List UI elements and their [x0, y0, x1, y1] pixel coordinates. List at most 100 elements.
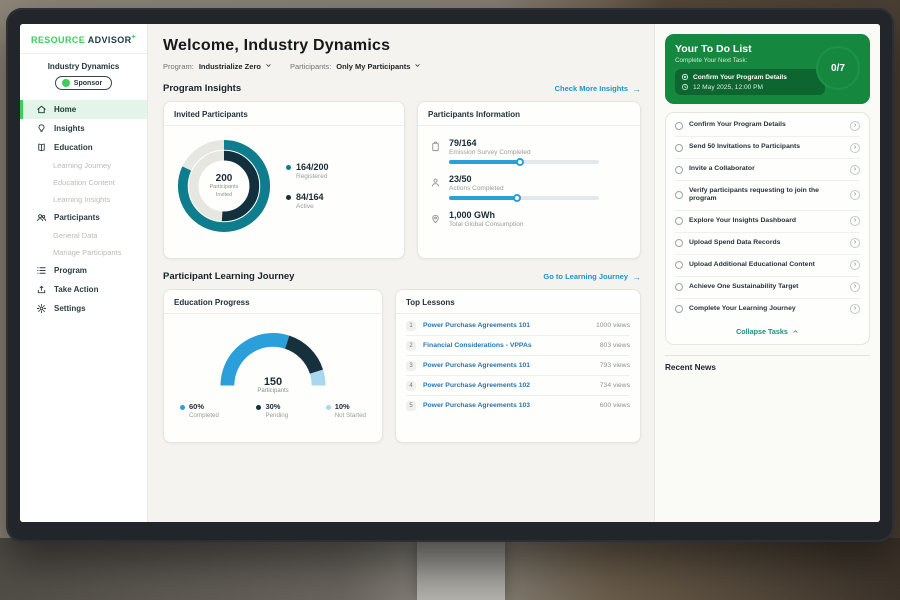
task-checkbox[interactable] — [675, 144, 683, 152]
legend-dot — [256, 405, 261, 410]
sidebar-item-take-action[interactable]: Take Action — [20, 280, 147, 299]
link-label: Go to Learning Journey — [543, 272, 628, 281]
lesson-link[interactable]: Financial Considerations - VPPAs — [423, 342, 593, 349]
chevron-right-icon[interactable]: › — [850, 121, 860, 131]
sidebar-item-general-data[interactable]: General Data — [20, 227, 147, 244]
lesson-link[interactable]: Power Purchase Agreements 102 — [423, 382, 593, 389]
progress-bar — [449, 160, 599, 164]
chevron-right-icon[interactable]: › — [850, 143, 860, 153]
sponsor-icon — [62, 79, 70, 87]
sidebar-item-education[interactable]: Education — [20, 138, 147, 157]
monitor-bezel: RESOURCE ADVISOR+ Industry Dynamics Spon… — [6, 8, 894, 542]
legend-value: 84/164 — [296, 192, 324, 202]
clipboard-icon — [430, 139, 441, 150]
chevron-right-icon[interactable]: › — [850, 165, 860, 175]
task-checkbox[interactable] — [675, 305, 683, 313]
card-title: Invited Participants — [164, 102, 404, 126]
sidebar-item-settings[interactable]: Settings — [20, 299, 147, 318]
location-pin-icon — [430, 211, 441, 222]
lesson-row: 3 Power Purchase Agreements 101 793 view… — [406, 356, 630, 376]
legend-label: Pending — [265, 412, 288, 419]
task-checkbox[interactable] — [675, 261, 683, 269]
check-more-insights-link[interactable]: Check More Insights → — [555, 84, 641, 94]
chevron-right-icon[interactable]: › — [850, 216, 860, 226]
arrow-right-icon: → — [632, 84, 641, 94]
sidebar-item-learning-insights[interactable]: Learning Insights — [20, 191, 147, 208]
chevron-up-icon — [792, 328, 799, 335]
sponsor-badge[interactable]: Sponsor — [55, 76, 112, 90]
collapse-tasks-link[interactable]: Collapse Tasks — [675, 320, 860, 342]
task-label: Send 50 Invitations to Participants — [689, 143, 844, 152]
participants-dropdown[interactable]: Only My Participants — [336, 62, 421, 71]
program-filter-label: Program: — [163, 62, 194, 71]
chevron-right-icon[interactable]: › — [850, 260, 860, 270]
invited-donut-chart: 200 Participants Invited — [172, 134, 276, 238]
sidebar-item-label: Take Action — [54, 285, 98, 294]
org-name: Industry Dynamics — [20, 62, 147, 71]
program-dropdown[interactable]: Industrialize Zero — [199, 62, 272, 71]
task-checkbox[interactable] — [675, 122, 683, 130]
todo-task[interactable]: Verify participants requesting to join t… — [675, 181, 860, 211]
lesson-link[interactable]: Power Purchase Agreements 103 — [423, 402, 593, 409]
sidebar-item-learning-journey[interactable]: Learning Journey — [20, 157, 147, 174]
next-task-label: Confirm Your Program Details — [693, 74, 787, 81]
sidebar-item-participants[interactable]: Participants — [20, 208, 147, 227]
todo-task[interactable]: Explore Your Insights Dashboard › — [675, 211, 860, 233]
lesson-rank: 5 — [406, 401, 416, 411]
dashboard-screen: RESOURCE ADVISOR+ Industry Dynamics Spon… — [20, 24, 880, 522]
todo-task[interactable]: Achieve One Sustainability Target › — [675, 277, 860, 299]
list-icon — [36, 265, 47, 276]
chevron-down-icon — [414, 62, 421, 71]
todo-task[interactable]: Send 50 Invitations to Participants › — [675, 137, 860, 159]
gauge-center-label: Participants — [209, 388, 337, 394]
legend-value: 60% — [189, 402, 219, 411]
lesson-row: 4 Power Purchase Agreements 102 734 view… — [406, 376, 630, 396]
sidebar-item-manage-participants[interactable]: Manage Participants — [20, 244, 147, 261]
todo-task[interactable]: Complete Your Learning Journey › — [675, 299, 860, 320]
card-title: Education Progress — [164, 290, 382, 314]
info-label: Total Global Consumption — [449, 221, 628, 228]
sidebar-item-program[interactable]: Program — [20, 261, 147, 280]
lesson-rank: 3 — [406, 361, 416, 371]
task-checkbox[interactable] — [675, 217, 683, 225]
next-task-box[interactable]: Confirm Your Program Details 12 May 2025… — [675, 69, 825, 95]
sidebar-item-home[interactable]: Home — [20, 100, 147, 119]
lesson-link[interactable]: Power Purchase Agreements 101 — [423, 322, 589, 329]
lesson-link[interactable]: Power Purchase Agreements 101 — [423, 362, 593, 369]
task-label: Explore Your Insights Dashboard — [689, 217, 844, 226]
task-checkbox[interactable] — [675, 191, 683, 199]
task-checkbox[interactable] — [675, 283, 683, 291]
lesson-rank: 4 — [406, 381, 416, 391]
go-to-learning-journey-link[interactable]: Go to Learning Journey → — [543, 272, 641, 282]
user-icon — [430, 175, 441, 186]
gauge-center-value: 150 — [209, 376, 337, 388]
target-icon — [681, 73, 689, 81]
todo-task[interactable]: Invite a Collaborator › — [675, 159, 860, 181]
sidebar-item-label: Education — [54, 143, 93, 152]
chevron-right-icon[interactable]: › — [850, 190, 860, 200]
task-checkbox[interactable] — [675, 239, 683, 247]
legend-dot — [286, 195, 291, 200]
users-icon — [36, 212, 47, 223]
invited-participants-card: Invited Participants 200 — [163, 101, 405, 259]
info-row-consumption: 1,000 GWh Total Global Consumption — [430, 205, 628, 233]
todo-tasks-card: Confirm Your Program Details › Send 50 I… — [665, 112, 870, 345]
task-label: Upload Additional Educational Content — [689, 261, 844, 270]
sidebar-item-education-content[interactable]: Education Content — [20, 174, 147, 191]
gauge-legend: 60% Completed 30% Pending — [164, 394, 382, 419]
learning-journey-cards: Education Progress 150 Participants — [163, 289, 641, 443]
todo-task[interactable]: Confirm Your Program Details › — [675, 115, 860, 137]
main-content: Welcome, Industry Dynamics Program: Indu… — [148, 24, 654, 522]
todo-task[interactable]: Upload Spend Data Records › — [675, 233, 860, 255]
sidebar-item-label: Settings — [54, 304, 86, 313]
chevron-right-icon[interactable]: › — [850, 238, 860, 248]
sidebar-item-insights[interactable]: Insights — [20, 119, 147, 138]
book-icon — [36, 142, 47, 153]
participants-filter-label: Participants: — [290, 62, 331, 71]
link-label: Check More Insights — [555, 84, 628, 93]
todo-task[interactable]: Upload Additional Educational Content › — [675, 255, 860, 277]
lesson-list: 1 Power Purchase Agreements 101 1000 vie… — [396, 314, 640, 415]
chevron-right-icon[interactable]: › — [850, 282, 860, 292]
chevron-right-icon[interactable]: › — [850, 304, 860, 314]
task-checkbox[interactable] — [675, 166, 683, 174]
